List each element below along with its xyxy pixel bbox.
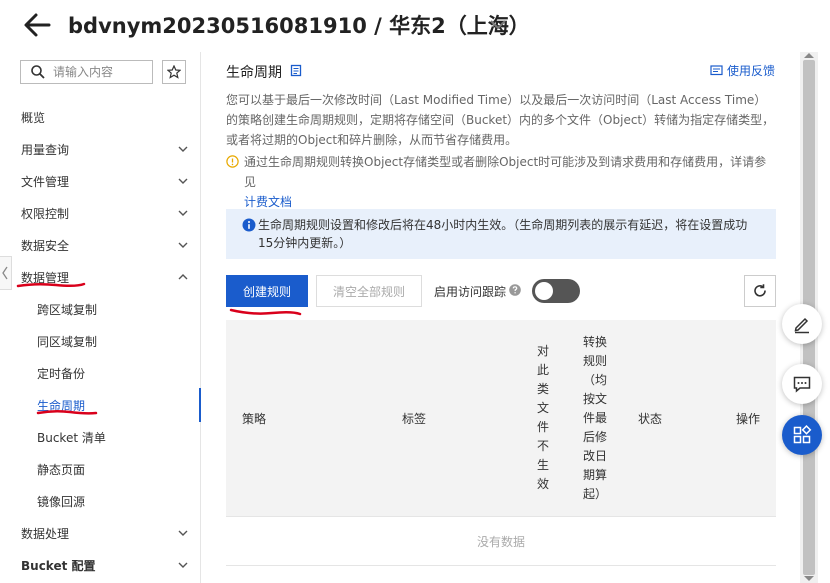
info-notice: 生命周期规则设置和修改后将在48小时内生效。（生命周期列表的展示有延迟，将在设置… <box>226 209 776 259</box>
help-icon[interactable] <box>509 284 521 296</box>
access-tracking-label: 启用访问跟踪 <box>434 285 507 299</box>
sidebar-item-label: Bucket 配置 <box>21 559 96 573</box>
sidebar-item-label: 数据处理 <box>21 527 70 541</box>
sidebar-item-label: Bucket 清单 <box>37 431 106 445</box>
red-underline-mark <box>16 282 86 288</box>
sidebar-item-data-security[interactable]: 数据安全 <box>0 233 200 257</box>
edit-floating-button[interactable] <box>782 304 822 344</box>
sidebar-item-permissions[interactable]: 权限控制 <box>0 201 200 225</box>
refresh-button[interactable] <box>744 275 776 307</box>
red-underline-mark <box>36 409 98 415</box>
sidebar-item-label: 镜像回源 <box>37 495 86 509</box>
clear-all-rules-button[interactable]: 清空全部规则 <box>316 275 422 307</box>
feedback-icon <box>710 65 723 76</box>
sidebar-item-label: 定时备份 <box>37 367 86 381</box>
warning-text: 通过生命周期规则转换Object存储类型或者删除Object时可能涉及到请求费用… <box>244 155 767 189</box>
page-title: 生命周期 <box>226 65 282 81</box>
sidebar-item-scheduled-backup[interactable]: 定时备份 <box>0 361 200 385</box>
warning-icon <box>226 155 239 168</box>
sidebar-collapse-handle[interactable] <box>0 256 12 290</box>
create-rule-button[interactable]: 创建规则 <box>226 275 308 307</box>
back-arrow-icon[interactable] <box>22 12 52 38</box>
sidebar-item-files[interactable]: 文件管理 <box>0 169 200 193</box>
chevron-down-icon <box>178 530 188 536</box>
active-indicator <box>199 388 201 422</box>
column-header-excluded-files: 对此类文件不生效 <box>536 344 549 491</box>
chevron-down-icon <box>178 242 188 248</box>
column-header-tags: 标签 <box>402 411 427 426</box>
chevron-down-icon <box>178 562 188 568</box>
sidebar-item-lifecycle[interactable]: 生命周期 <box>0 393 200 417</box>
sidebar-item-label: 静态页面 <box>37 463 86 477</box>
sidebar-item-usage[interactable]: 用量查询 <box>0 137 200 161</box>
star-icon <box>167 65 181 79</box>
pencil-icon <box>794 317 809 334</box>
scroll-up-arrow[interactable] <box>804 53 814 58</box>
lifecycle-description: 您可以基于最后一次修改时间（Last Modified Time）以及最后一次访… <box>226 93 775 147</box>
sidebar-item-label: 数据安全 <box>21 239 70 253</box>
rules-table-header: 策略 标签 对此类文件不生效 转换规则（均按文件最后修改日期算起） 状态 操作 <box>226 320 776 516</box>
sidebar-item-label: 文件管理 <box>21 175 70 189</box>
sidebar-item-same-region-replication[interactable]: 同区域复制 <box>0 329 200 353</box>
document-icon[interactable] <box>290 64 302 77</box>
chevron-down-icon <box>178 146 188 152</box>
search-icon <box>31 65 45 79</box>
favorite-button[interactable] <box>162 60 186 84</box>
sidebar-item-label: 用量查询 <box>21 143 70 157</box>
billing-doc-link[interactable]: 计费文档 <box>244 195 292 209</box>
column-header-policy: 策略 <box>242 411 267 426</box>
info-text: 生命周期规则设置和修改后将在48小时内生效。（生命周期列表的展示有延迟，将在设置… <box>258 218 748 250</box>
sidebar-item-cross-region-replication[interactable]: 跨区域复制 <box>0 297 200 321</box>
apps-grid-icon <box>793 425 812 444</box>
sidebar: 概览 用量查询 文件管理 权限控制 数据安全 数据管理 跨区域复制 同区域复制 … <box>0 52 201 583</box>
column-header-transition-rules: 转换规则（均按文件最后修改日期算起） <box>582 334 607 501</box>
chevron-down-icon[interactable] <box>488 14 508 34</box>
bucket-title: bdvnym20230516081910 / 华东2（上海） <box>68 14 530 38</box>
red-underline-mark <box>229 308 302 316</box>
main-content: 生命周期 使用反馈 您可以基于最后一次修改时间（Last Modified Ti… <box>202 52 800 583</box>
scroll-down-arrow[interactable] <box>804 576 814 581</box>
column-header-status: 状态 <box>638 411 663 426</box>
sidebar-search[interactable] <box>20 60 153 84</box>
apps-floating-button[interactable] <box>782 415 822 455</box>
sidebar-item-label: 同区域复制 <box>37 335 98 349</box>
feedback-label: 使用反馈 <box>727 64 776 78</box>
refresh-icon <box>754 284 766 297</box>
empty-table-message: 没有数据 <box>226 516 776 566</box>
chevron-left-icon <box>2 266 8 280</box>
top-bar: bdvnym20230516081910 / 华东2（上海） <box>0 0 830 52</box>
chat-floating-button[interactable] <box>782 364 822 404</box>
sidebar-item-overview[interactable]: 概览 <box>0 105 200 129</box>
feedback-link[interactable]: 使用反馈 <box>710 62 775 79</box>
sidebar-item-label: 跨区域复制 <box>37 303 98 317</box>
info-icon <box>242 218 256 232</box>
sidebar-item-static-pages[interactable]: 静态页面 <box>0 457 200 481</box>
sidebar-item-data-processing[interactable]: 数据处理 <box>0 521 200 545</box>
access-tracking-toggle[interactable] <box>532 279 580 303</box>
search-input[interactable] <box>53 63 149 81</box>
sidebar-item-label: 权限控制 <box>21 207 70 221</box>
sidebar-item-bucket-config[interactable]: Bucket 配置 <box>0 553 200 577</box>
sidebar-item-label: 概览 <box>21 111 46 125</box>
chat-icon <box>793 376 811 393</box>
chevron-up-icon <box>178 274 188 280</box>
chevron-down-icon <box>178 178 188 184</box>
sidebar-item-mirror-back-to-origin[interactable]: 镜像回源 <box>0 489 200 513</box>
sidebar-item-bucket-inventory[interactable]: Bucket 清单 <box>0 425 200 449</box>
column-header-actions: 操作 <box>736 411 761 426</box>
chevron-down-icon <box>178 210 188 216</box>
